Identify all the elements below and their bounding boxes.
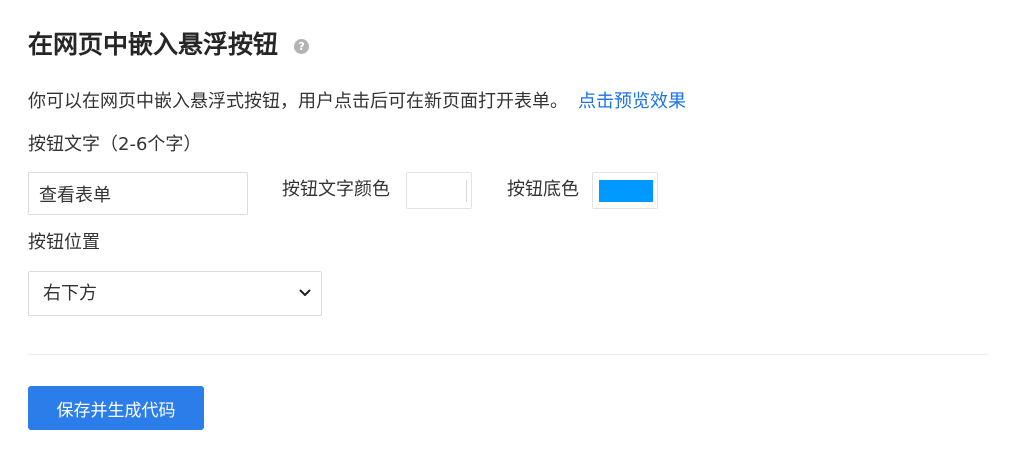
- text-color-label: 按钮文字颜色: [282, 179, 390, 200]
- text-color-preview: [413, 180, 467, 202]
- bg-color-swatch[interactable]: [592, 172, 658, 209]
- help-icon[interactable]: ?: [294, 38, 310, 54]
- page-title: 在网页中嵌入悬浮按钮: [28, 30, 279, 59]
- chevron-down-icon: [299, 289, 311, 296]
- preview-link[interactable]: 点击预览效果: [578, 91, 686, 112]
- bg-color-label: 按钮底色: [507, 179, 579, 200]
- text-color-swatch[interactable]: [406, 172, 472, 209]
- divider: [28, 354, 988, 355]
- position-label: 按钮位置: [28, 232, 100, 253]
- description-row: 你可以在网页中嵌入悬浮式按钮，用户点击后可在新页面打开表单。 点击预览效果: [28, 89, 686, 115]
- embed-floating-button-page: 在网页中嵌入悬浮按钮 ? 你可以在网页中嵌入悬浮式按钮，用户点击后可在新页面打开…: [28, 0, 988, 451]
- title-row: 在网页中嵌入悬浮按钮 ?: [28, 28, 310, 62]
- position-select[interactable]: 右下方: [28, 271, 322, 316]
- button-text-label: 按钮文字（2-6个字）: [28, 134, 202, 155]
- bg-color-preview: [599, 180, 653, 202]
- position-select-value: 右下方: [43, 283, 97, 304]
- description-text: 你可以在网页中嵌入悬浮式按钮，用户点击后可在新页面打开表单。: [28, 91, 568, 112]
- button-text-input[interactable]: [28, 172, 248, 215]
- save-and-generate-code-button[interactable]: 保存并生成代码: [28, 386, 204, 430]
